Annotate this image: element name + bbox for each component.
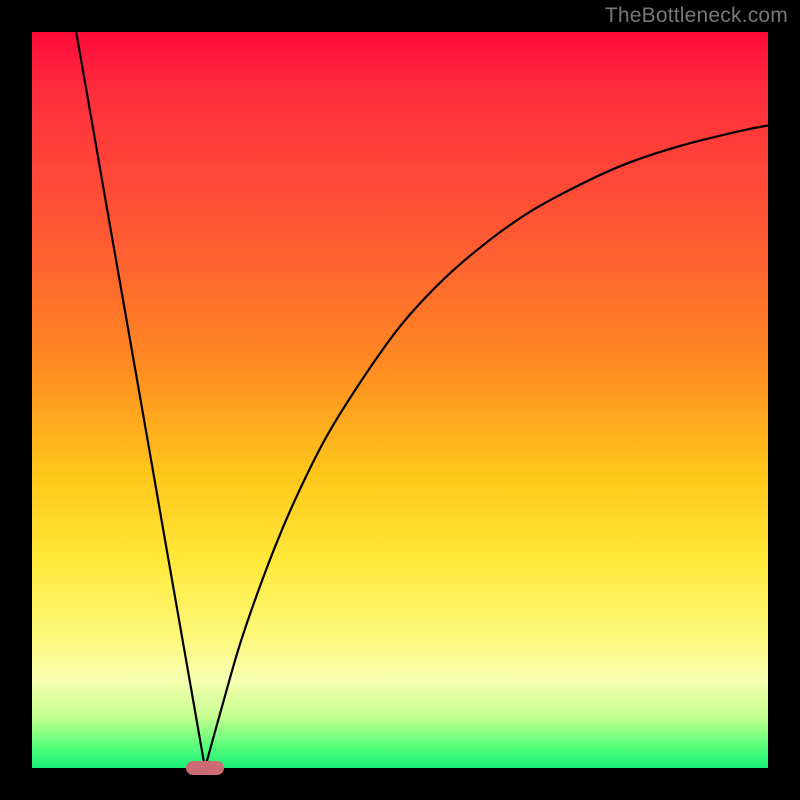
left-leg-path [76,32,205,768]
plot-area [32,32,768,768]
chart-frame: TheBottleneck.com [0,0,800,800]
minimum-marker [186,761,224,775]
curve-layer [32,32,768,768]
watermark-text: TheBottleneck.com [605,4,788,28]
right-curve-path [205,125,768,768]
